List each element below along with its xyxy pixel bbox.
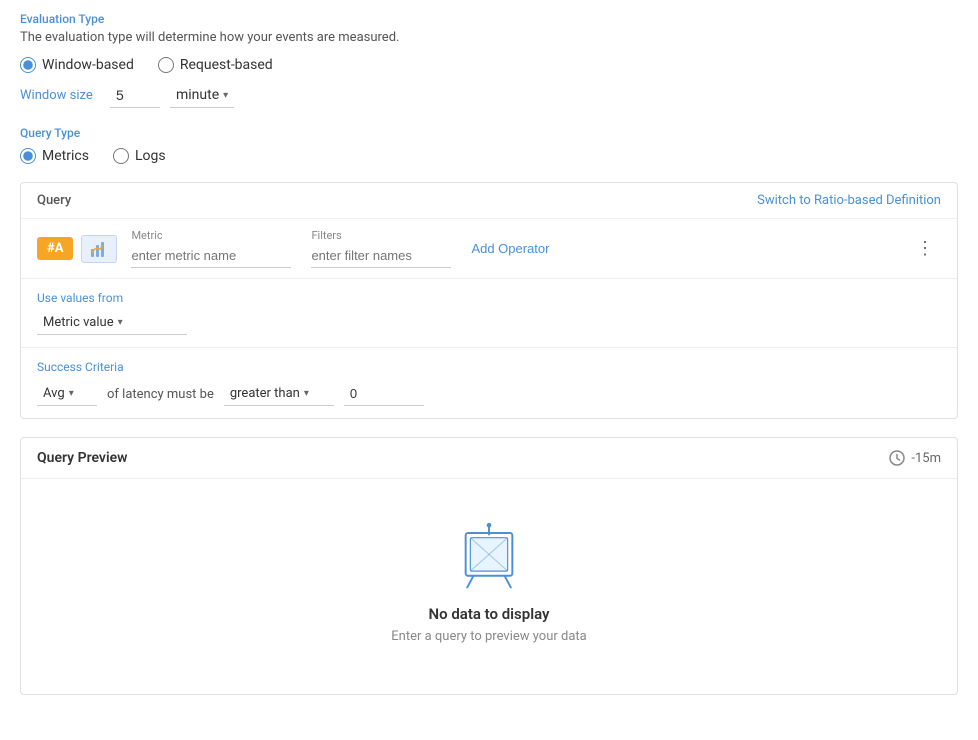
metric-input[interactable]	[131, 244, 291, 268]
evaluation-type-label: Evaluation Type	[20, 12, 958, 26]
metric-label: Metric	[131, 229, 291, 242]
metrics-radio[interactable]	[20, 148, 36, 164]
comparison-label: greater than	[230, 386, 300, 401]
request-based-option[interactable]: Request-based	[158, 57, 273, 73]
values-section: Use values from Metric value ▾	[21, 279, 957, 348]
window-size-chevron-icon: ▾	[223, 90, 228, 101]
window-size-row: Window size minute ▾	[20, 83, 958, 108]
preview-title: Query Preview	[37, 450, 127, 466]
success-criteria-section: Success Criteria Avg ▾ of latency must b…	[21, 348, 957, 418]
of-latency-text: of latency must be	[107, 387, 214, 402]
query-panel-title: Query	[37, 193, 71, 208]
clock-icon	[889, 450, 905, 466]
comparison-chevron-icon: ▾	[304, 388, 309, 399]
metrics-option[interactable]: Metrics	[20, 148, 89, 164]
avg-dropdown[interactable]: Avg ▾	[37, 382, 97, 406]
filters-field: Filters	[311, 229, 451, 268]
logs-option[interactable]: Logs	[113, 148, 166, 164]
query-type-section: Query Type Metrics Logs	[20, 126, 958, 164]
switch-to-ratio-link[interactable]: Switch to Ratio-based Definition	[757, 193, 941, 208]
window-based-option[interactable]: Window-based	[20, 57, 134, 73]
window-based-label: Window-based	[42, 57, 134, 73]
main-page: Evaluation Type The evaluation type will…	[0, 0, 978, 740]
query-panel-header: Query Switch to Ratio-based Definition	[21, 183, 957, 219]
avg-chevron-icon: ▾	[69, 388, 74, 399]
window-size-unit-dropdown[interactable]: minute ▾	[170, 83, 234, 108]
values-from-label: Use values from	[37, 291, 941, 305]
query-preview-panel: Query Preview -15m	[20, 437, 958, 695]
no-data-desc: Enter a query to preview your data	[391, 629, 586, 644]
empty-state-illustration	[449, 519, 529, 589]
preview-time-label: -15m	[911, 451, 941, 466]
window-size-label: Window size	[20, 88, 100, 103]
values-from-selected: Metric value	[43, 315, 114, 330]
request-based-label: Request-based	[180, 57, 273, 73]
window-size-input[interactable]	[110, 83, 160, 108]
no-data-title: No data to display	[428, 605, 549, 623]
logs-radio[interactable]	[113, 148, 129, 164]
evaluation-type-desc: The evaluation type will determine how y…	[20, 30, 958, 45]
avg-label: Avg	[43, 386, 65, 401]
values-from-chevron-icon: ▾	[118, 317, 123, 328]
query-panel: Query Switch to Ratio-based Definition #…	[20, 182, 958, 419]
query-row: #A Metric Filters Add Operator ⋮	[21, 219, 957, 279]
logs-label: Logs	[135, 148, 166, 164]
query-type-label: Query Type	[20, 126, 958, 140]
threshold-input[interactable]	[344, 382, 424, 406]
success-criteria-row: Avg ▾ of latency must be greater than ▾	[37, 382, 941, 406]
metric-field: Metric	[131, 229, 291, 268]
values-from-dropdown[interactable]: Metric value ▾	[37, 311, 187, 335]
filters-input[interactable]	[311, 244, 451, 268]
window-based-radio[interactable]	[20, 57, 36, 73]
preview-header: Query Preview -15m	[21, 438, 957, 479]
metric-type-button[interactable]	[81, 235, 117, 263]
success-criteria-label: Success Criteria	[37, 360, 941, 374]
query-type-radio-group: Metrics Logs	[20, 148, 958, 164]
evaluation-type-section: Evaluation Type The evaluation type will…	[20, 12, 958, 108]
window-size-unit-label: minute	[176, 87, 219, 103]
comparison-dropdown[interactable]: greater than ▾	[224, 382, 334, 406]
add-operator-button[interactable]: Add Operator	[471, 237, 549, 260]
preview-body: No data to display Enter a query to prev…	[21, 479, 957, 694]
query-id-badge: #A	[37, 237, 73, 260]
preview-time: -15m	[889, 450, 941, 466]
request-based-radio[interactable]	[158, 57, 174, 73]
metric-type-icon	[90, 240, 108, 258]
query-more-button[interactable]: ⋮	[910, 238, 941, 259]
evaluation-type-radio-group: Window-based Request-based	[20, 57, 958, 73]
metrics-label: Metrics	[42, 148, 89, 164]
filters-label: Filters	[311, 229, 451, 242]
